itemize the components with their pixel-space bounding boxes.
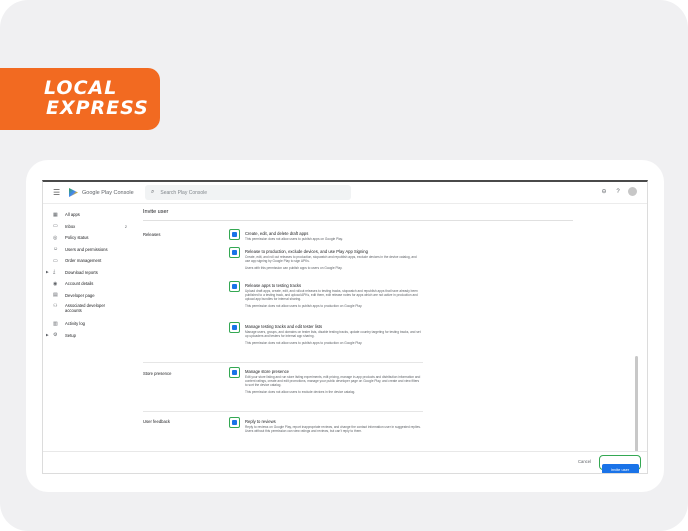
permission-title: Create, edit, and delete draft apps	[245, 231, 309, 236]
permission-item: Create, edit, and delete draft apps This…	[229, 229, 421, 241]
permission-description: Edit your store listing and run store li…	[245, 375, 421, 387]
expand-arrow-icon[interactable]: ▶	[46, 333, 49, 337]
gear-icon: ⚙	[53, 332, 58, 339]
permission-checkbox[interactable]	[229, 367, 240, 378]
permission-note: This permission does not allow users to …	[245, 304, 363, 308]
permission-item: Reply to reviews Reply to reviews on Goo…	[229, 417, 421, 433]
sidebar-item-download-reports[interactable]: ▶ ⤓ Download reports	[43, 267, 133, 279]
google-play-logo-icon	[69, 188, 78, 197]
permission-item: Manage store presence Edit your store li…	[229, 367, 421, 394]
permission-item: Manage testing tracks and edit tester li…	[229, 322, 421, 345]
sidebar-item-label: Account details	[65, 281, 94, 287]
main-content: Invite user Releases Store presence User…	[143, 204, 647, 473]
permission-checkbox[interactable]	[229, 281, 240, 292]
page-title: Invite user	[143, 209, 169, 215]
sidebar-item-label: Download reports	[65, 269, 98, 275]
search-bar[interactable]: ⌕ Search Play Console	[145, 185, 351, 200]
sidebar-item-order-management[interactable]: ▭ Order management	[43, 255, 133, 267]
sidebar-item-label: Users and permissions	[65, 246, 108, 252]
search-icon: ⌕	[151, 189, 155, 195]
sidebar-item-inbox[interactable]: ▭ Inbox 2	[43, 221, 133, 233]
invite-user-button[interactable]: Invite user	[601, 464, 639, 473]
grid-icon: ▦	[53, 211, 58, 218]
inbox-icon: ▭	[53, 223, 58, 230]
download-icon: ⤓	[53, 269, 56, 276]
hamburger-menu-icon[interactable]: ☰	[53, 188, 63, 197]
permission-checkbox[interactable]	[229, 229, 240, 240]
section-label-releases: Releases	[143, 232, 161, 237]
expand-arrow-icon[interactable]: ▶	[46, 270, 49, 274]
permission-title: Release apps to testing tracks	[245, 283, 302, 288]
invite-button-highlight: Invite user	[599, 455, 641, 473]
sidebar-item-associated-accounts[interactable]: ⚇ Associated developer accounts	[43, 301, 133, 318]
brand-logo-line2: EXPRESS	[46, 97, 149, 119]
permission-description: Manage users, groups, and domains on tes…	[245, 330, 421, 338]
permission-description: Create, edit, and roll out releases to p…	[245, 255, 417, 263]
link-accounts-icon: ⚇	[53, 303, 58, 309]
sidebar-item-policy-status[interactable]: ◎ Policy status	[43, 232, 133, 244]
sidebar-item-setup[interactable]: ▶ ⚙ Setup	[43, 330, 133, 342]
sidebar-item-label: Inbox	[65, 223, 76, 229]
section-divider	[143, 411, 423, 412]
search-input[interactable]: Search Play Console	[160, 190, 207, 196]
sidebar-item-label: Associated developer accounts	[65, 303, 106, 313]
play-console-window: ☰ Google Play Console ⌕ Search Play Cons…	[42, 180, 648, 474]
sidebar-item-label: Developer page	[65, 292, 95, 298]
brand-logo: LOCAL EXPRESS	[44, 78, 149, 118]
top-app-bar: ☰ Google Play Console ⌕ Search Play Cons…	[43, 182, 647, 204]
permission-checkbox[interactable]	[229, 247, 240, 258]
sidebar-item-label: Activity log	[65, 321, 86, 327]
scrollbar[interactable]	[635, 356, 638, 452]
help-icon[interactable]: ?	[614, 188, 622, 196]
app-title: Google Play Console	[82, 189, 134, 196]
page-icon: ▤	[53, 292, 58, 299]
log-icon: ▥	[53, 320, 58, 327]
sidebar-item-developer-page[interactable]: ▤ Developer page	[43, 290, 133, 302]
sidebar-item-label: Policy status	[65, 235, 89, 241]
sidebar-item-label: All apps	[65, 212, 80, 218]
account-avatar[interactable]	[628, 187, 637, 196]
section-label-user-feedback: User feedback	[143, 419, 170, 424]
footer-actions: Cancel Invite user	[43, 451, 647, 473]
section-divider	[143, 362, 423, 363]
permission-title: Manage store presence	[245, 369, 289, 374]
brand-logo-line1: LOCAL	[44, 77, 118, 99]
cancel-button[interactable]: Cancel	[578, 459, 591, 464]
permission-item: Release to production, exclude devices, …	[229, 247, 421, 270]
top-icons: ⊖ ?	[600, 187, 637, 196]
sidebar-item-account-details[interactable]: ◉ Account details	[43, 278, 133, 290]
sidebar-nav: ▦ All apps ▭ Inbox 2 ◎ Policy status ☺ U…	[43, 204, 133, 473]
permission-checkbox[interactable]	[229, 417, 240, 428]
permission-description: This permission does not allow users to …	[245, 237, 343, 241]
section-label-store-presence: Store presence	[143, 371, 172, 376]
card-icon: ▭	[53, 257, 58, 264]
permission-note: This permission does not allow users to …	[245, 341, 363, 345]
permission-description: Reply to reviews on Google Play, report …	[245, 425, 421, 433]
permission-title: Manage testing tracks and edit tester li…	[245, 324, 323, 329]
permission-item: Release apps to testing tracks Upload dr…	[229, 281, 421, 308]
account-icon: ◉	[53, 280, 58, 287]
shield-icon: ◎	[53, 234, 58, 241]
inbox-count-badge: 2	[124, 223, 127, 229]
sidebar-item-label: Setup	[65, 332, 76, 338]
people-icon: ☺	[53, 246, 59, 253]
permission-note: This permission does not allow users to …	[245, 390, 356, 394]
sidebar-item-label: Order management	[65, 258, 102, 264]
link-icon[interactable]: ⊖	[600, 188, 608, 196]
permission-title: Reply to reviews	[245, 419, 276, 424]
permission-checkbox[interactable]	[229, 322, 240, 333]
permission-description: Upload draft apps, create, edit, and rol…	[245, 289, 418, 301]
sidebar-item-users-permissions[interactable]: ☺ Users and permissions	[43, 244, 133, 256]
permission-title: Release to production, exclude devices, …	[245, 249, 368, 254]
permission-note: Users with this permission can publish a…	[245, 266, 343, 270]
sidebar-item-all-apps[interactable]: ▦ All apps	[43, 209, 133, 221]
sidebar-item-activity-log[interactable]: ▥ Activity log	[43, 318, 133, 330]
title-divider	[143, 220, 573, 221]
